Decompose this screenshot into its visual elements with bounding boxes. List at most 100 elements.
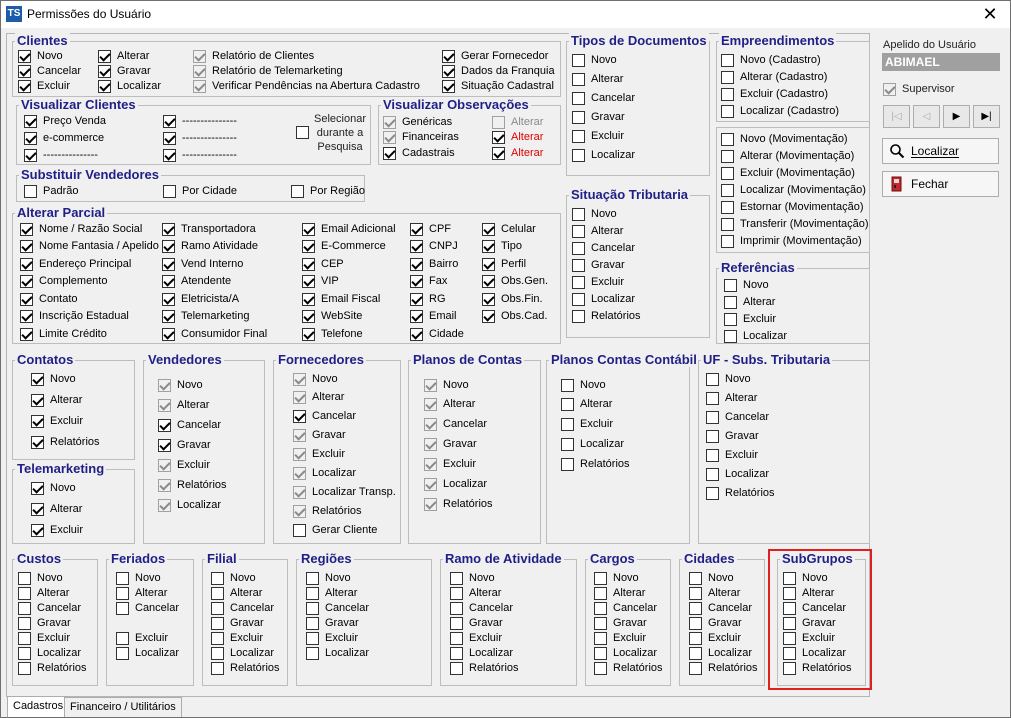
checkbox-box[interactable] — [724, 329, 737, 343]
checkbox-alterar-parcial-5[interactable]: Inscrição Estadual — [20, 309, 129, 323]
checkbox-box[interactable] — [594, 601, 607, 615]
checkbox-box[interactable] — [18, 661, 31, 675]
checkbox-box[interactable] — [561, 417, 574, 431]
checkbox-cargos-1[interactable]: Alterar — [594, 586, 645, 600]
checkbox-feriados-0[interactable]: Novo — [116, 571, 161, 585]
checkbox-box[interactable] — [721, 87, 734, 101]
checkbox-uf-subs-tributaria-3[interactable]: Gravar — [706, 429, 759, 443]
checkbox-visualizar-clientes-2[interactable]: --------------- — [24, 148, 98, 162]
checkbox-cidades-0[interactable]: Novo — [689, 571, 734, 585]
checkbox-box[interactable] — [193, 79, 206, 93]
checkbox-box[interactable] — [721, 200, 734, 214]
checkbox-alterar-parcial-7[interactable]: Transportadora — [162, 222, 256, 236]
checkbox-empreendimentos-0[interactable]: Novo (Cadastro) — [721, 53, 821, 67]
checkbox-alterar-parcial-24[interactable]: Fax — [410, 274, 447, 288]
checkbox-box[interactable] — [721, 70, 734, 84]
checkbox-box[interactable] — [158, 378, 171, 392]
checkbox-box[interactable] — [572, 275, 585, 289]
checkbox-box[interactable] — [410, 327, 423, 341]
checkbox-box[interactable] — [689, 616, 702, 630]
checkbox-box[interactable] — [594, 616, 607, 630]
checkbox-box[interactable] — [302, 239, 315, 253]
checkbox-box[interactable] — [18, 631, 31, 645]
checkbox-referencias-3[interactable]: Localizar — [724, 329, 787, 343]
checkbox-planos-contas-0[interactable]: Novo — [424, 378, 469, 392]
checkbox-box[interactable] — [211, 616, 224, 630]
checkbox-feriados-4[interactable]: Localizar — [116, 646, 179, 660]
checkbox-visualizar-observacoes-3[interactable]: Alterar — [492, 115, 543, 129]
checkbox-box[interactable] — [561, 437, 574, 451]
checkbox-fornecedores-1[interactable]: Alterar — [293, 390, 344, 404]
checkbox-fornecedores-2[interactable]: Cancelar — [293, 409, 356, 423]
checkbox-box[interactable] — [492, 146, 505, 160]
checkbox-substituir-vendedores-0[interactable]: Padrão — [24, 184, 78, 198]
checkbox-box[interactable] — [572, 53, 585, 67]
checkbox-alterar-parcial-16[interactable]: CEP — [302, 257, 344, 271]
checkbox-box[interactable] — [721, 132, 734, 146]
checkbox-situacao-tributaria-2[interactable]: Cancelar — [572, 241, 635, 255]
checkbox-box[interactable] — [383, 130, 396, 144]
checkbox-box[interactable] — [442, 64, 455, 78]
checkbox-fornecedores-5[interactable]: Localizar — [293, 466, 356, 480]
checkbox-box[interactable] — [302, 292, 315, 306]
checkbox-box[interactable] — [31, 393, 44, 407]
checkbox-visualizar-observacoes-4[interactable]: Alterar — [492, 130, 543, 144]
checkbox-cargos-2[interactable]: Cancelar — [594, 601, 657, 615]
checkbox-clientes-3[interactable]: Alterar — [98, 49, 149, 63]
checkbox-vendedores-3[interactable]: Gravar — [158, 438, 211, 452]
checkbox-box[interactable] — [24, 148, 37, 162]
checkbox-empreendimentos-mov-4[interactable]: Estornar (Movimentação) — [721, 200, 864, 214]
checkbox-box[interactable] — [293, 372, 306, 386]
checkbox-referencias-0[interactable]: Novo — [724, 278, 769, 292]
checkbox-box[interactable] — [162, 239, 175, 253]
checkbox-box[interactable] — [572, 309, 585, 323]
checkbox-box[interactable] — [572, 91, 585, 105]
checkbox-alterar-parcial-9[interactable]: Vend Interno — [162, 257, 243, 271]
checkbox-box[interactable] — [158, 498, 171, 512]
checkbox-alterar-parcial-23[interactable]: Bairro — [410, 257, 458, 271]
checkbox-box[interactable] — [302, 327, 315, 341]
checkbox-box[interactable] — [689, 631, 702, 645]
checkbox-box[interactable] — [572, 207, 585, 221]
checkbox-substituir-vendedores-1[interactable]: Por Cidade — [163, 184, 237, 198]
checkbox-empreendimentos-mov-1[interactable]: Alterar (Movimentação) — [721, 149, 854, 163]
checkbox-box[interactable] — [724, 278, 737, 292]
checkbox-regioes-1[interactable]: Alterar — [306, 586, 357, 600]
checkbox-custos-0[interactable]: Novo — [18, 571, 63, 585]
checkbox-custos-5[interactable]: Localizar — [18, 646, 81, 660]
checkbox-box[interactable] — [31, 523, 44, 537]
checkbox-tipos-documentos-5[interactable]: Localizar — [572, 148, 635, 162]
checkbox-alterar-parcial-11[interactable]: Eletricista/A — [162, 292, 239, 306]
checkbox-uf-subs-tributaria-0[interactable]: Novo — [706, 372, 751, 386]
checkbox-box[interactable] — [18, 646, 31, 660]
checkbox-clientes-2[interactable]: Excluir — [18, 79, 70, 93]
checkbox-telemarketing-2[interactable]: Excluir — [31, 523, 83, 537]
checkbox-box[interactable] — [211, 586, 224, 600]
checkbox-box[interactable] — [18, 616, 31, 630]
checkbox-box[interactable] — [116, 646, 129, 660]
checkbox-box[interactable] — [158, 418, 171, 432]
checkbox-box[interactable] — [572, 129, 585, 143]
checkbox-telemarketing-1[interactable]: Alterar — [31, 502, 82, 516]
checkbox-box[interactable] — [163, 184, 176, 198]
checkbox-visualizar-clientes-5[interactable]: --------------- — [163, 148, 237, 162]
checkbox-box[interactable] — [162, 309, 175, 323]
checkbox-box[interactable] — [20, 222, 33, 236]
checkbox-box[interactable] — [424, 397, 437, 411]
checkbox-visualizar-clientes-0[interactable]: Preço Venda — [24, 114, 106, 128]
checkbox-box[interactable] — [450, 586, 463, 600]
checkbox-tipos-documentos-1[interactable]: Alterar — [572, 72, 623, 86]
checkbox-regioes-3[interactable]: Gravar — [306, 616, 359, 630]
checkbox-box[interactable] — [450, 661, 463, 675]
checkbox-custos-3[interactable]: Gravar — [18, 616, 71, 630]
checkbox-box[interactable] — [482, 239, 495, 253]
checkbox-alterar-parcial-2[interactable]: Endereço Principal — [20, 257, 131, 271]
checkbox-box[interactable] — [561, 397, 574, 411]
checkbox-box[interactable] — [572, 292, 585, 306]
checkbox-planos-contas-3[interactable]: Gravar — [424, 437, 477, 451]
checkbox-vendedores-4[interactable]: Excluir — [158, 458, 210, 472]
checkbox-regioes-4[interactable]: Excluir — [306, 631, 358, 645]
checkbox-telemarketing-0[interactable]: Novo — [31, 481, 76, 495]
checkbox-alterar-parcial-18[interactable]: Email Fiscal — [302, 292, 380, 306]
checkbox-empreendimentos-3[interactable]: Localizar (Cadastro) — [721, 104, 839, 118]
